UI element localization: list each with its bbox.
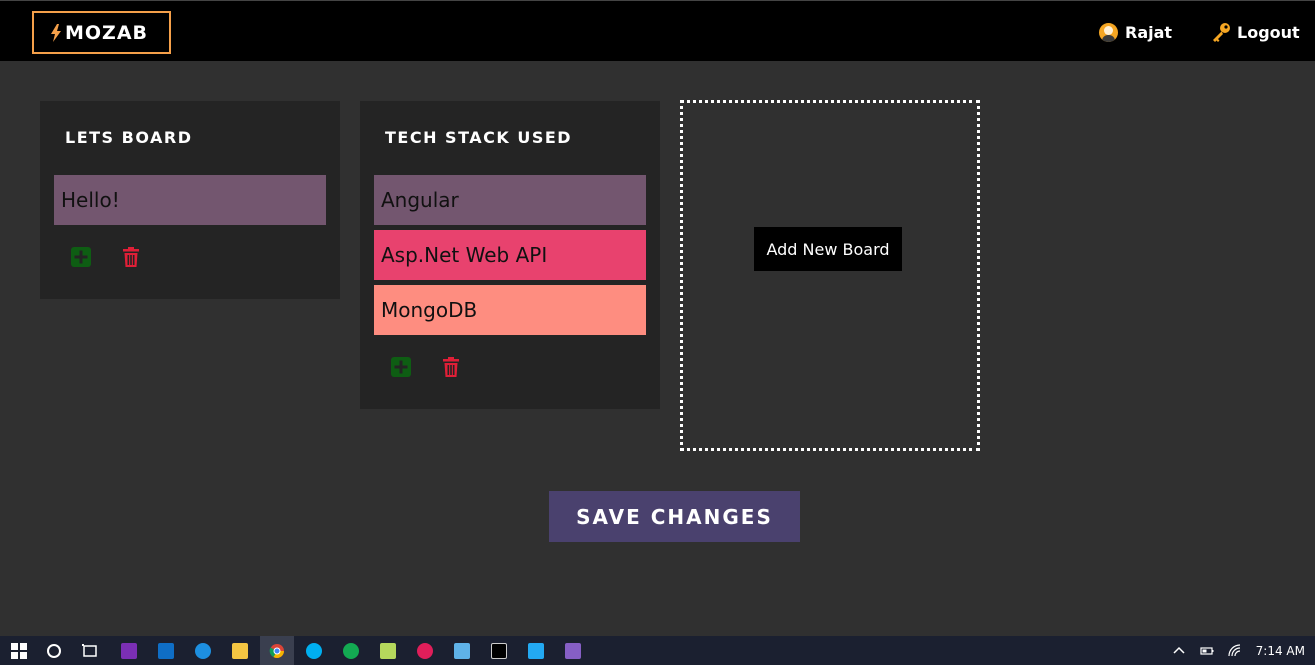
- add-board-dropzone: Add New Board: [680, 100, 980, 451]
- delete-board-icon[interactable]: [120, 246, 142, 268]
- vscode-icon[interactable]: [525, 640, 547, 662]
- logout-label: Logout: [1237, 22, 1300, 42]
- windows-taskbar: 7:14 AM: [0, 636, 1315, 665]
- add-new-board-button[interactable]: Add New Board: [754, 227, 902, 271]
- mongodb-icon[interactable]: [340, 640, 362, 662]
- key-icon: [1213, 23, 1230, 42]
- outlook-icon[interactable]: [155, 640, 177, 662]
- skype-icon[interactable]: [303, 640, 325, 662]
- edge-icon[interactable]: [192, 640, 214, 662]
- card[interactable]: Angular: [374, 175, 646, 225]
- board-actions: [70, 246, 142, 268]
- board-lets-board: LETS BOARD Hello!: [40, 101, 340, 299]
- battery-icon[interactable]: [1200, 644, 1214, 658]
- logout-link[interactable]: Logout: [1211, 21, 1300, 43]
- windows-start-icon[interactable]: [8, 640, 30, 662]
- board-title: LETS BOARD: [65, 128, 193, 147]
- cortana-icon[interactable]: [43, 640, 65, 662]
- card[interactable]: MongoDB: [374, 285, 646, 335]
- add-card-icon[interactable]: [70, 246, 92, 268]
- user-avatar-icon: [1099, 22, 1118, 42]
- user-menu[interactable]: Rajat: [1099, 21, 1172, 43]
- onenote-icon[interactable]: [118, 640, 140, 662]
- lightning-icon: [51, 23, 61, 42]
- task-view-icon[interactable]: [79, 640, 101, 662]
- card[interactable]: Hello!: [54, 175, 326, 225]
- chrome-icon[interactable]: [260, 636, 294, 665]
- visual-studio-icon[interactable]: [562, 640, 584, 662]
- top-navbar: MOZAB Rajat Logout: [0, 0, 1315, 61]
- user-name: Rajat: [1125, 22, 1173, 42]
- save-changes-button[interactable]: SAVE CHANGES: [549, 491, 800, 542]
- clock-time[interactable]: 7:14 AM: [1256, 644, 1305, 658]
- slack-icon[interactable]: [414, 640, 436, 662]
- board-actions: [390, 356, 462, 378]
- wifi-icon[interactable]: [1228, 643, 1242, 658]
- paint-icon[interactable]: [451, 640, 473, 662]
- board-tech-stack: TECH STACK USED Angular Asp.Net Web API …: [360, 101, 660, 409]
- add-card-icon[interactable]: [390, 356, 412, 378]
- chevron-up-icon[interactable]: [1172, 644, 1186, 658]
- file-explorer-icon[interactable]: [229, 640, 251, 662]
- board-title: TECH STACK USED: [385, 128, 573, 147]
- system-tray: 7:14 AM: [1172, 636, 1305, 665]
- notepad-icon[interactable]: [377, 640, 399, 662]
- card[interactable]: Asp.Net Web API: [374, 230, 646, 280]
- cmd-icon[interactable]: [488, 640, 510, 662]
- delete-board-icon[interactable]: [440, 356, 462, 378]
- app-logo[interactable]: MOZAB: [32, 11, 171, 54]
- logo-text: MOZAB: [65, 21, 149, 44]
